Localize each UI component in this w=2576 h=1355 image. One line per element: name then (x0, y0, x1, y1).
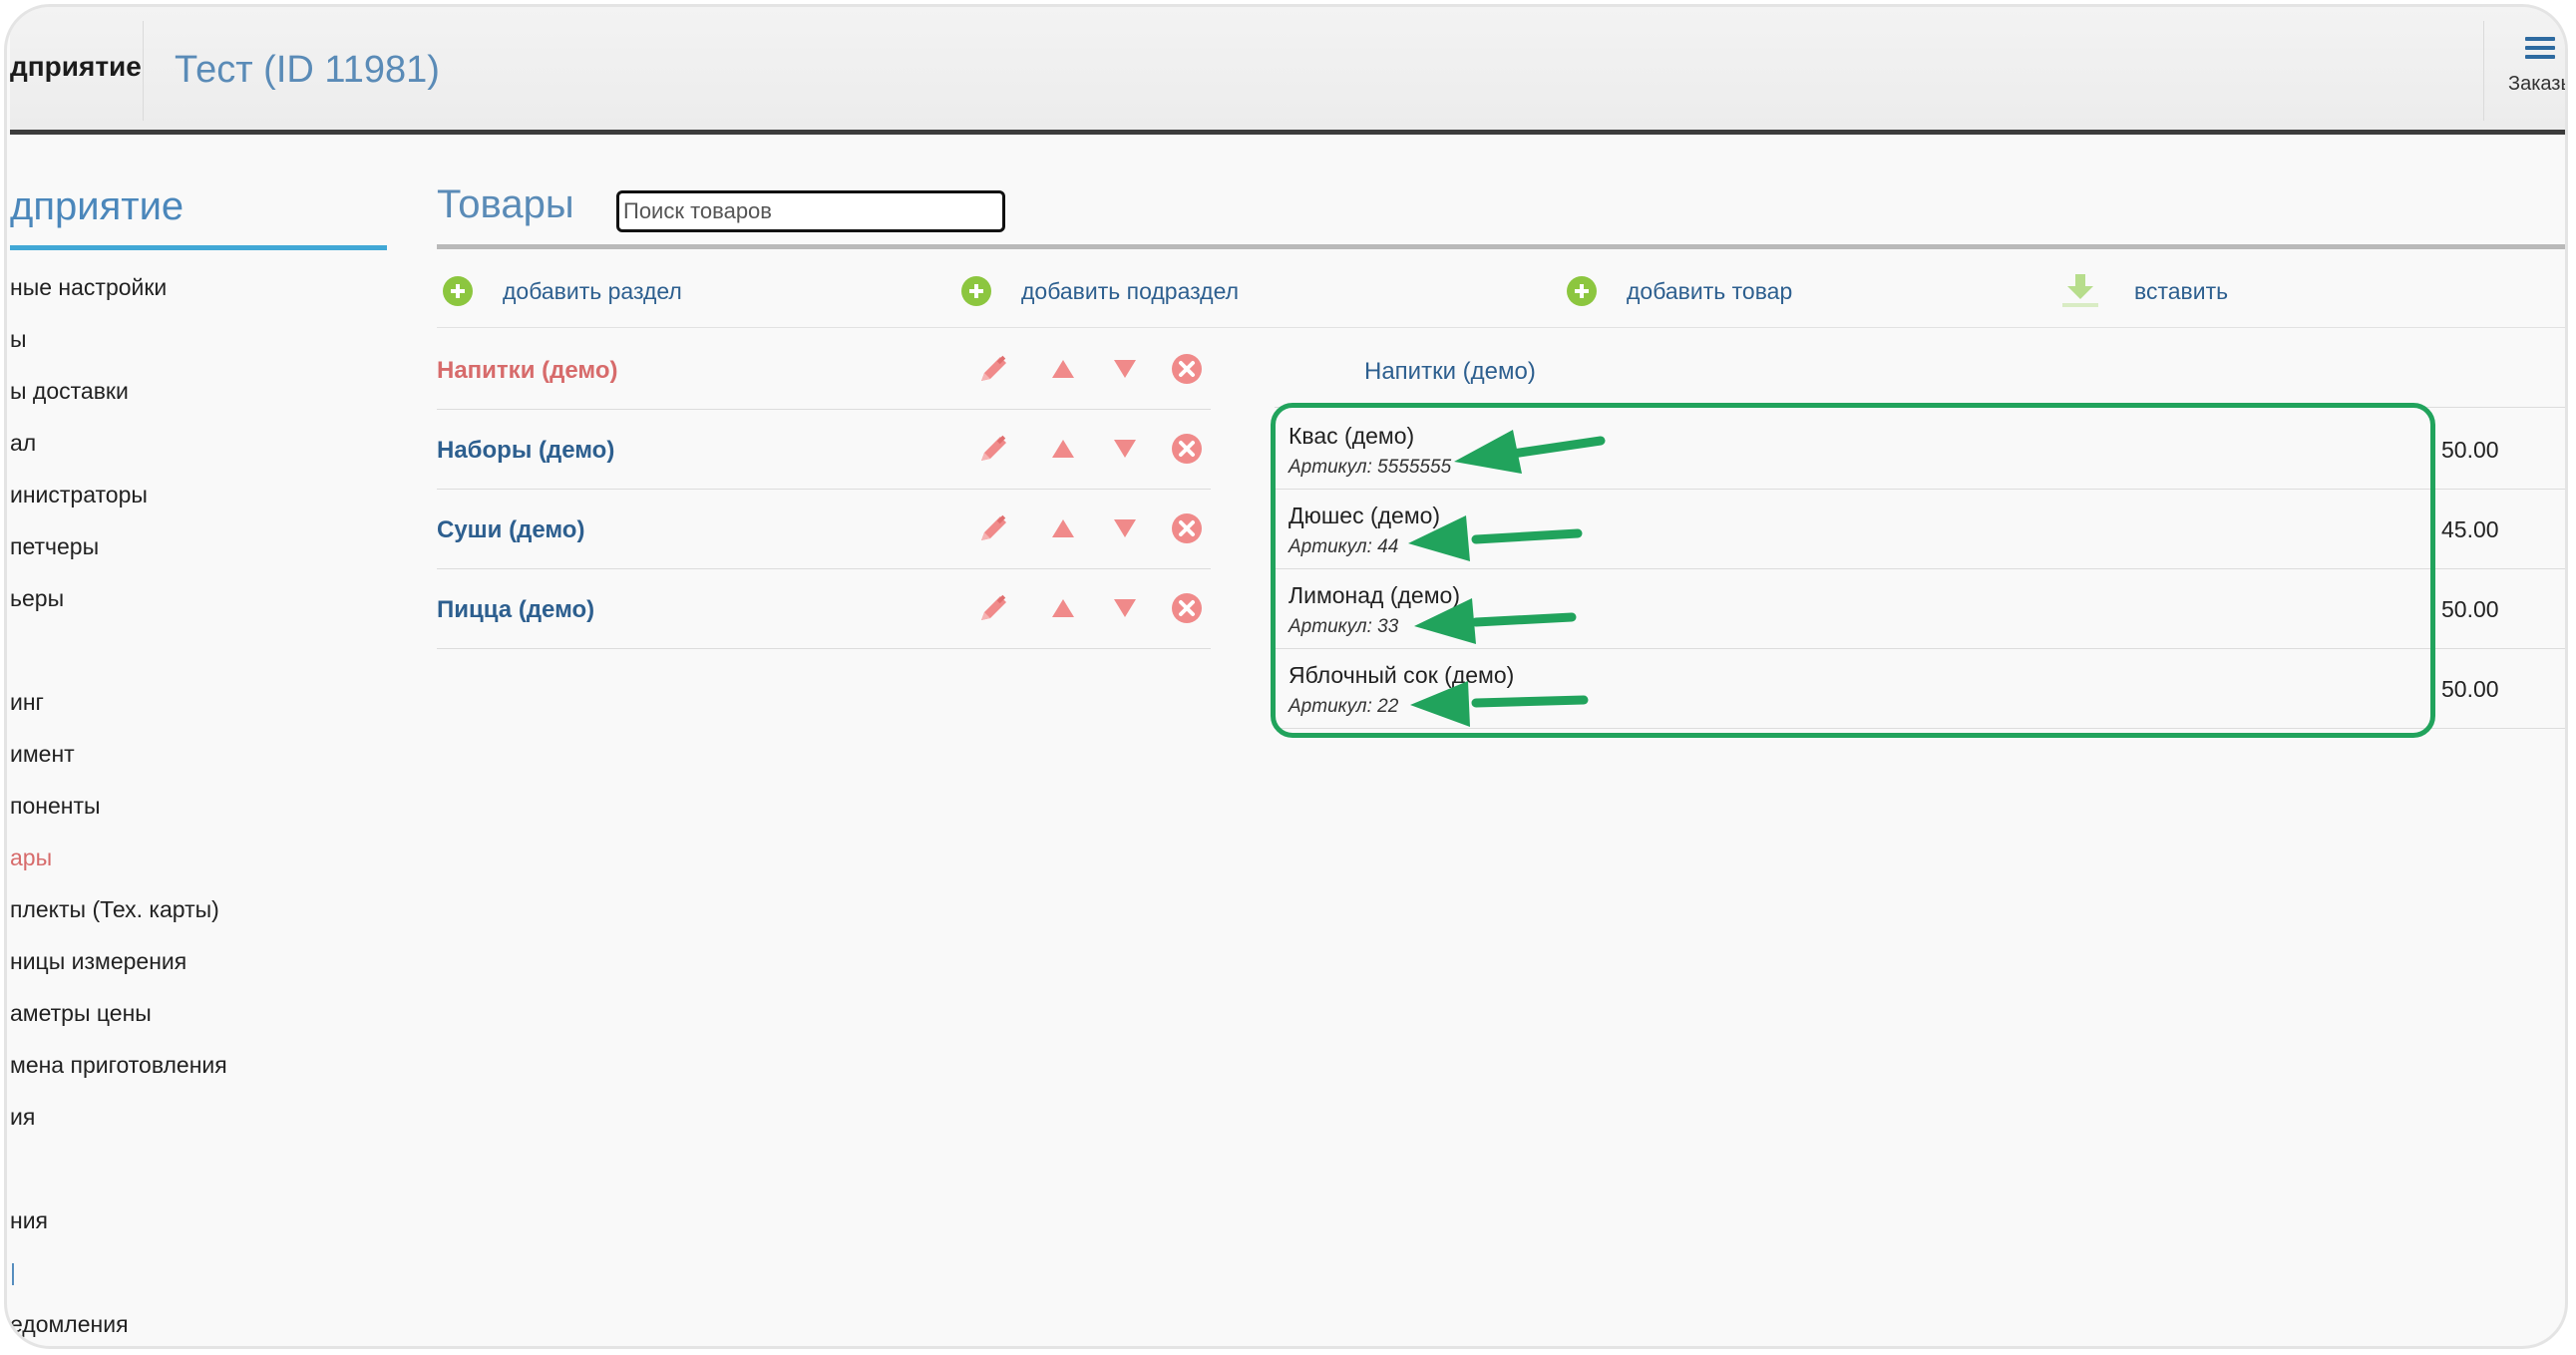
sidebar-item[interactable]: инистраторы (10, 482, 148, 508)
product-name[interactable]: Квас (демо) (1288, 423, 1414, 450)
product-sku: Артикул: 5555555 (1288, 457, 1452, 478)
product-sku: Артикул: 22 (1288, 696, 1399, 717)
product-price: 50.00 (2441, 596, 2499, 622)
product-price: 50.00 (2441, 676, 2499, 702)
edit-pencil-icon[interactable] (975, 351, 1011, 387)
hamburger-icon (2525, 37, 2555, 64)
download-arrow-icon (2062, 274, 2098, 307)
screenshot-frame: дприятие Тест (ID 11981) Заказы дприятие… (4, 4, 2568, 1349)
header-divider-right (2483, 21, 2484, 121)
sidebar-item[interactable]: ары (10, 845, 52, 871)
paste-label: вставить (2134, 278, 2229, 304)
sidebar-item[interactable]: едомления (10, 1311, 129, 1338)
sidebar-item[interactable]: ия (10, 1104, 35, 1131)
product-row[interactable]: Квас (демо) Артикул: 5555555 50.00 (1275, 409, 2565, 490)
plus-circle-icon (443, 276, 473, 306)
header-divider (143, 21, 144, 121)
move-down-icon[interactable] (1107, 351, 1143, 387)
category-row: Суши (демо) (437, 489, 1211, 569)
product-sku: Артикул: 44 (1288, 536, 1399, 557)
sidebar-title-underline (10, 245, 387, 250)
product-row[interactable]: Лимонад (демо) Артикул: 33 50.00 (1275, 568, 2565, 649)
delete-icon[interactable] (1169, 431, 1205, 467)
sidebar-item[interactable]: плекты (Тех. карты) (10, 896, 219, 923)
toolbar-divider (437, 327, 2565, 328)
sidebar-item[interactable]: мена приготовления (10, 1052, 227, 1079)
products-top-divider (1275, 407, 2565, 408)
edit-pencil-icon[interactable] (975, 510, 1011, 546)
edit-pencil-icon[interactable] (975, 590, 1011, 626)
section-divider (437, 244, 2565, 249)
top-header: дприятие Тест (ID 11981) Заказы (10, 7, 2565, 135)
product-name[interactable]: Лимонад (демо) (1288, 582, 1460, 609)
brand-name[interactable]: дприятие (10, 51, 142, 83)
orders-label: Заказы (2508, 73, 2565, 95)
product-search-input[interactable] (616, 190, 1005, 232)
product-row[interactable]: Дюшес (демо) Артикул: 44 45.00 (1275, 489, 2565, 569)
category-row: Пицца (демо) (437, 568, 1211, 649)
sidebar-item[interactable]: ьеры (10, 585, 64, 612)
category-name[interactable]: Суши (демо) (437, 516, 584, 544)
product-row[interactable]: Яблочный сок (демо) Артикул: 22 50.00 (1275, 648, 2565, 729)
sidebar-item[interactable]: ал (10, 430, 36, 457)
sidebar-item[interactable]: ы доставки (10, 378, 129, 405)
product-price: 45.00 (2441, 516, 2499, 542)
delete-icon[interactable] (1169, 351, 1205, 387)
category-row: Напитки (демо) (437, 329, 1211, 410)
category-name[interactable]: Наборы (демо) (437, 437, 614, 465)
sidebar-title: дприятие (10, 184, 184, 228)
sidebar-item[interactable]: имент (10, 741, 75, 768)
sidebar-item[interactable]: аметры цены (10, 1000, 152, 1027)
products-category-header: Напитки (демо) (1364, 358, 1536, 385)
move-up-icon[interactable] (1045, 351, 1081, 387)
page-title: Тест (ID 11981) (175, 49, 440, 91)
category-name[interactable]: Пицца (демо) (437, 596, 594, 624)
category-name[interactable]: Напитки (демо) (437, 357, 617, 385)
edit-pencil-icon[interactable] (975, 431, 1011, 467)
add-product-label: добавить товар (1627, 278, 1793, 304)
move-up-icon[interactable] (1045, 510, 1081, 546)
add-section-label: добавить раздел (503, 278, 682, 304)
sidebar-item[interactable]: ницы измерения (10, 948, 186, 975)
delete-icon[interactable] (1169, 510, 1205, 546)
move-up-icon[interactable] (1045, 590, 1081, 626)
sidebar-item[interactable]: | (10, 1259, 16, 1286)
product-price: 50.00 (2441, 437, 2499, 463)
sidebar-item[interactable]: поненты (10, 793, 101, 820)
plus-circle-icon (1567, 276, 1597, 306)
sidebar-item[interactable]: ы (10, 326, 27, 353)
sidebar-item[interactable]: ния (10, 1207, 48, 1234)
sidebar-item[interactable]: ные настройки (10, 274, 167, 301)
product-name[interactable]: Яблочный сок (демо) (1288, 662, 1514, 689)
sidebar-item[interactable]: инг (10, 689, 44, 716)
plus-circle-icon (961, 276, 991, 306)
delete-icon[interactable] (1169, 590, 1205, 626)
app-viewport: дприятие Тест (ID 11981) Заказы дприятие… (10, 7, 2565, 1346)
sidebar-item[interactable]: петчеры (10, 533, 99, 560)
move-down-icon[interactable] (1107, 431, 1143, 467)
section-title: Товары (437, 182, 574, 226)
move-down-icon[interactable] (1107, 510, 1143, 546)
move-down-icon[interactable] (1107, 590, 1143, 626)
move-up-icon[interactable] (1045, 431, 1081, 467)
category-row: Наборы (демо) (437, 409, 1211, 490)
product-name[interactable]: Дюшес (демо) (1288, 503, 1440, 529)
product-sku: Артикул: 33 (1288, 616, 1399, 637)
add-subsection-label: добавить подраздел (1021, 278, 1240, 304)
